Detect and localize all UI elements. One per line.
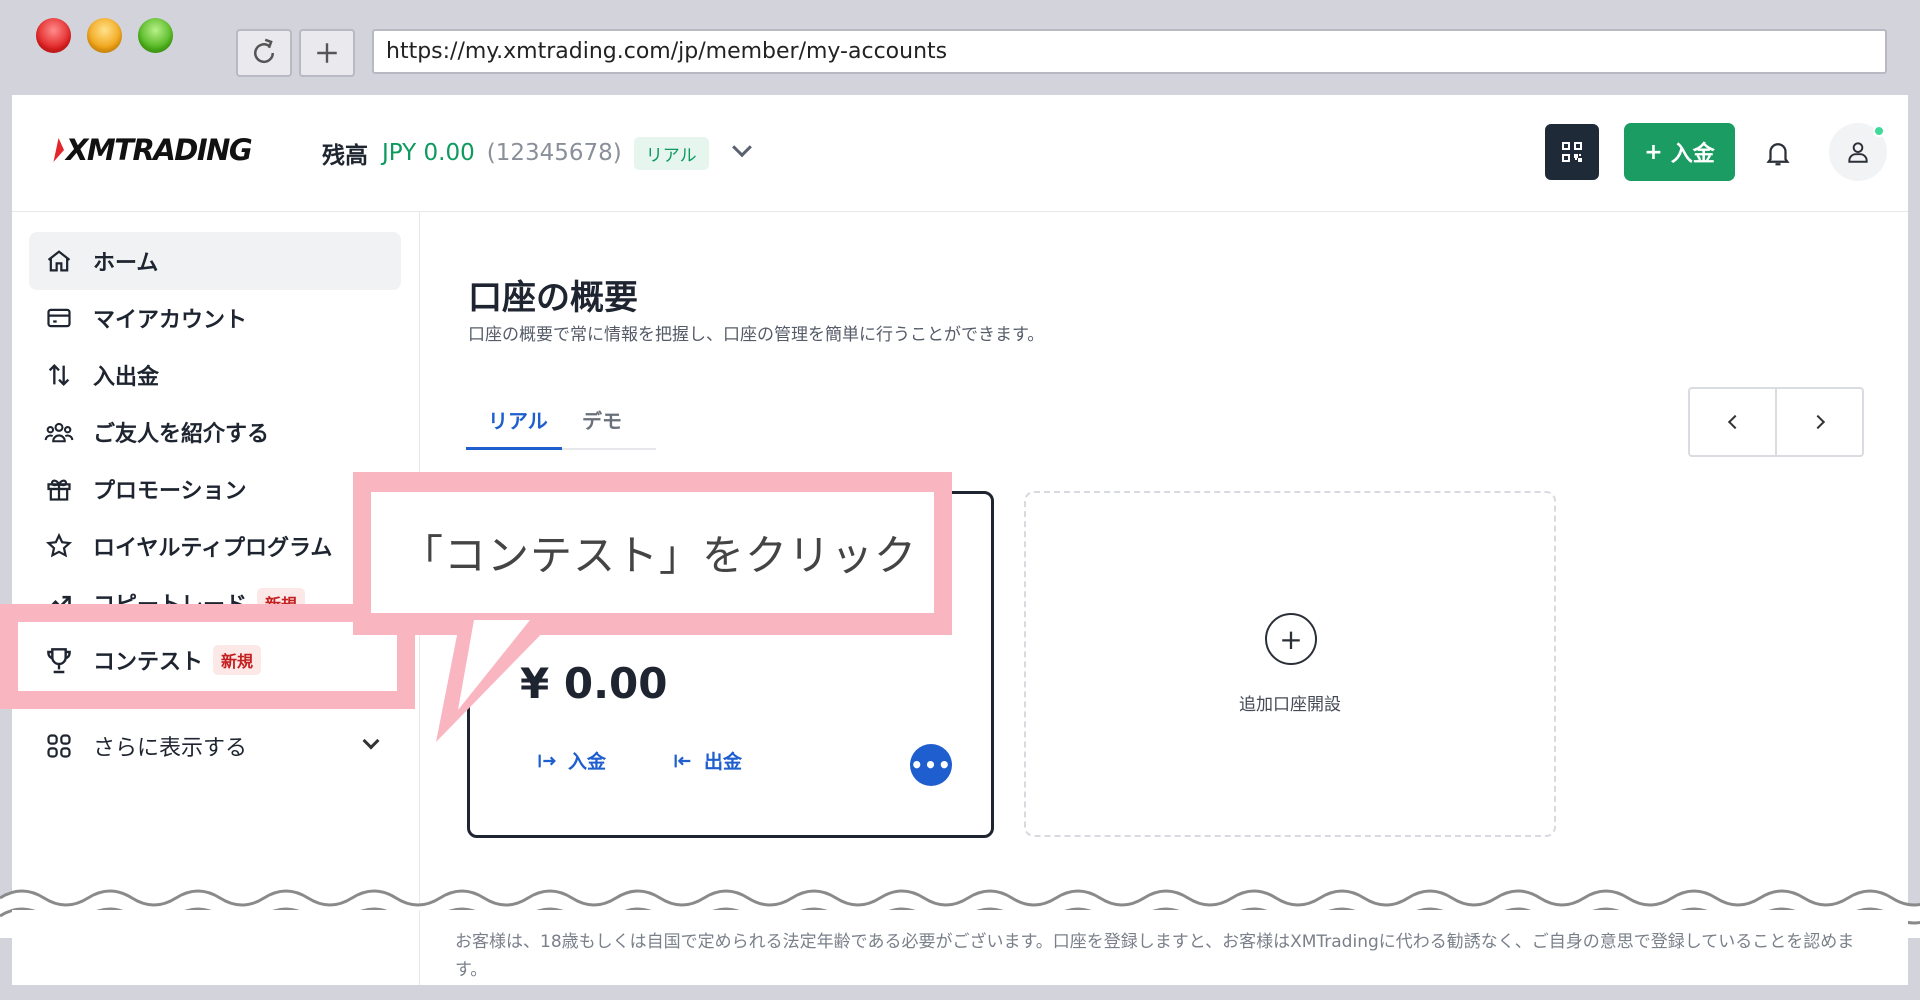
notifications-button[interactable]	[1760, 135, 1796, 171]
prev-button[interactable]	[1690, 389, 1775, 455]
gift-icon	[43, 473, 75, 505]
window-close-button[interactable]	[36, 18, 71, 53]
qr-code-button[interactable]	[1545, 124, 1599, 180]
footer-legal-notice: お客様は、18歳もしくは自国で定められる法定年齢である必要がございます。口座を登…	[455, 932, 1855, 980]
plus-circle-icon: +	[1265, 613, 1317, 665]
sidebar-item-label: ご友人を紹介する	[93, 422, 270, 447]
deposit-button-label: 入金	[1670, 142, 1715, 167]
profile-button[interactable]	[1829, 123, 1887, 181]
card-pager	[1688, 387, 1864, 457]
transfer-arrows-icon	[43, 359, 75, 391]
users-icon	[43, 416, 75, 448]
chevron-down-icon[interactable]	[731, 137, 752, 158]
more-dots-icon: •••	[910, 753, 952, 777]
home-icon	[43, 245, 75, 277]
tab-real[interactable]: リアル	[488, 405, 548, 434]
star-icon	[43, 530, 75, 562]
instruction-callout: 「コンテスト」をクリック	[353, 472, 952, 635]
sidebar-item-loyalty[interactable]: ロイヤルティプログラム	[29, 517, 401, 575]
window-maximize-button[interactable]	[138, 18, 173, 53]
page-title: 口座の概要	[468, 278, 638, 318]
card-deposit-label: 入金	[568, 751, 607, 773]
address-bar[interactable]: https://my.xmtrading.com/jp/member/my-ac…	[372, 29, 1887, 74]
sidebar-item-label: さらに表示する	[93, 736, 248, 761]
grid-icon	[43, 730, 75, 762]
deposit-button[interactable]: + 入金	[1624, 123, 1735, 181]
account-type-badge: リアル	[633, 136, 709, 170]
sidebar-item-show-more[interactable]: さらに表示する	[29, 717, 401, 775]
balance-selector[interactable]: 残高 JPY 0.00 (12345678) リアル	[322, 133, 752, 173]
withdraw-arrow-icon	[674, 754, 691, 767]
sidebar-item-label: ホーム	[93, 251, 159, 276]
active-tab-indicator	[466, 447, 562, 450]
callout-text-box: 「コンテスト」をクリック	[371, 492, 934, 613]
page: XMTRADING 残高 JPY 0.00 (12345678) リアル + 入…	[12, 95, 1908, 985]
add-account-label: 追加口座開設	[1239, 695, 1341, 715]
browser-chrome: https://my.xmtrading.com/jp/member/my-ac…	[0, 0, 1920, 95]
chevron-down-icon	[362, 732, 380, 750]
sidebar-item-label: マイアカウント	[93, 308, 248, 333]
card-withdraw-link[interactable]: 出金	[672, 747, 742, 774]
xm-logo[interactable]: XMTRADING	[53, 133, 253, 167]
sidebar-item-home[interactable]: ホーム	[29, 232, 401, 290]
plus-glyph: +	[1279, 622, 1303, 656]
logo-text: XMTRADING	[66, 133, 253, 167]
card-deposit-link[interactable]: 入金	[536, 747, 606, 774]
qr-code-icon	[1562, 142, 1582, 162]
reload-icon	[254, 38, 275, 64]
logo-mark-icon	[53, 138, 67, 162]
next-button[interactable]	[1775, 389, 1862, 455]
balance-label: 残高	[322, 143, 368, 169]
plus-icon	[317, 43, 337, 63]
user-icon	[1848, 142, 1868, 163]
card-withdraw-label: 出金	[704, 751, 743, 773]
deposit-arrow-icon	[538, 754, 556, 767]
account-number: (12345678)	[486, 140, 622, 166]
sidebar-item-my-account[interactable]: マイアカウント	[29, 289, 401, 347]
callout-pointer	[436, 620, 555, 742]
sidebar-item-label: 入出金	[93, 365, 160, 390]
chevron-right-icon	[1810, 414, 1825, 430]
chevron-left-icon	[1727, 414, 1742, 430]
sidebar-item-label: ロイヤルティプログラム	[93, 536, 333, 561]
reload-button[interactable]	[236, 29, 292, 77]
more-options-button[interactable]: •••	[910, 744, 952, 786]
account-tabs: リアル デモ	[466, 385, 656, 450]
sidebar-item-promotions[interactable]: プロモーション	[29, 460, 401, 518]
tab-demo[interactable]: デモ	[582, 405, 622, 434]
bell-icon	[1766, 143, 1790, 166]
url-text: https://my.xmtrading.com/jp/member/my-ac…	[386, 39, 948, 64]
sidebar-item-transfers[interactable]: 入出金	[29, 346, 401, 404]
footer-sidebar-divider	[419, 910, 420, 985]
top-bar: XMTRADING 残高 JPY 0.00 (12345678) リアル + 入…	[12, 95, 1908, 212]
card-icon	[43, 302, 75, 334]
balance-amount: JPY 0.00	[382, 140, 475, 166]
new-tab-button[interactable]	[299, 29, 355, 77]
page-subtitle: 口座の概要で常に情報を把握し、口座の管理を簡単に行うことができます。	[468, 325, 1045, 345]
sidebar-item-label: プロモーション	[93, 479, 247, 504]
window-minimize-button[interactable]	[87, 18, 122, 53]
add-account-card[interactable]: + 追加口座開設	[1024, 491, 1556, 837]
online-status-dot	[1873, 125, 1885, 137]
sidebar-item-referral[interactable]: ご友人を紹介する	[29, 403, 401, 461]
callout-text: 「コンテスト」をクリック	[401, 531, 918, 580]
deposit-plus-icon: +	[1644, 139, 1663, 165]
